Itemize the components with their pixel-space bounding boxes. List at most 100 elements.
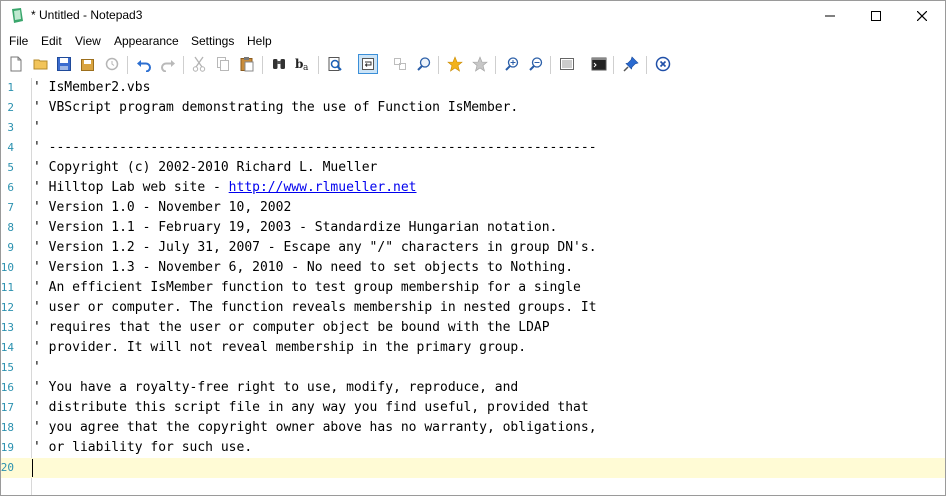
zoom-in-button[interactable] [502, 54, 522, 74]
toolbar-separator [646, 56, 647, 74]
find-button[interactable] [269, 54, 289, 74]
line-number: 12 [0, 301, 14, 314]
line-text: ' An efficient IsMember function to test… [33, 280, 581, 295]
line-text-content: ' Copyright (c) 2002-2010 Richard L. Mue… [33, 160, 378, 175]
menu-help[interactable]: Help [247, 34, 272, 48]
replace-button[interactable]: ba [293, 54, 313, 74]
word-wrap-icon [362, 58, 374, 70]
editor-line[interactable]: 10 ' Version 1.3 - November 6, 2010 - No … [1, 258, 945, 278]
line-number: 2 [7, 101, 14, 114]
editor-line[interactable]: 17 ' distribute this script file in any w… [1, 398, 945, 418]
menu-edit[interactable]: Edit [41, 34, 62, 48]
editor-line[interactable]: 2 ' VBScript program demonstrating the us… [1, 98, 945, 118]
editor-line[interactable]: 15 ' [1, 358, 945, 378]
editor-line[interactable]: 5 ' Copyright (c) 2002-2010 Richard L. Mu… [1, 158, 945, 178]
open-file-button[interactable] [31, 54, 51, 74]
revert-icon [105, 57, 119, 71]
maximize-button[interactable] [853, 1, 899, 31]
save-as-button[interactable] [78, 54, 98, 74]
line-text-content: ' Version 1.2 - July 31, 2007 - Escape a… [33, 240, 597, 255]
editor-line[interactable]: 1 ' IsMember2.vbs [1, 78, 945, 98]
maximize-icon [871, 11, 881, 21]
line-number: 10 [0, 261, 14, 274]
cut-icon [192, 56, 206, 72]
pin-button[interactable] [621, 54, 641, 74]
line-text-content: ' Version 1.3 - November 6, 2010 - No ne… [33, 260, 574, 275]
line-text: ' You have a royalty-free right to use, … [33, 380, 518, 395]
menu-appearance[interactable]: Appearance [114, 34, 179, 48]
line-text-content: ' VBScript program demonstrating the use… [33, 100, 519, 115]
editor-line[interactable]: 18 ' you agree that the copyright owner a… [1, 418, 945, 438]
menu-view[interactable]: View [75, 34, 101, 48]
editor-line[interactable]: 12 ' user or computer. The function revea… [1, 298, 945, 318]
line-text: ' [33, 120, 41, 135]
cut-button[interactable] [189, 54, 209, 74]
terminal-button[interactable] [589, 54, 609, 74]
word-wrap-button[interactable] [358, 54, 378, 74]
editor-line[interactable]: 14 ' provider. It will not reveal members… [1, 338, 945, 358]
save-button[interactable] [54, 54, 74, 74]
minimize-button[interactable] [807, 1, 853, 31]
toolbar: ba [1, 52, 945, 79]
line-number: 9 [7, 241, 14, 254]
menu-settings[interactable]: Settings [191, 34, 234, 48]
editor-line[interactable]: 4 ' -------------------------------------… [1, 138, 945, 158]
exit-icon [655, 56, 671, 72]
zoom-out-icon [529, 57, 543, 71]
copy-button[interactable] [213, 54, 233, 74]
line-text-content: ' [33, 360, 41, 375]
new-file-button[interactable] [6, 54, 26, 74]
redo-button[interactable] [158, 54, 178, 74]
line-number: 11 [0, 281, 14, 294]
scheme-button[interactable] [557, 54, 577, 74]
undo-button[interactable] [134, 54, 154, 74]
editor-area[interactable]: 1 ' IsMember2.vbs 2 ' VBScript program demo… [1, 78, 945, 495]
zoom-out-button[interactable] [526, 54, 546, 74]
editor-line[interactable]: 9 ' Version 1.2 - July 31, 2007 - Escape … [1, 238, 945, 258]
editor-line[interactable]: 7 ' Version 1.0 - November 10, 2002 [1, 198, 945, 218]
toolbar-separator [183, 56, 184, 74]
line-text-content: ' [33, 120, 41, 135]
editor-line[interactable]: 16 ' You have a royalty-free right to use… [1, 378, 945, 398]
line-number: 13 [0, 321, 14, 334]
svg-text:a: a [303, 63, 309, 72]
editor-line[interactable]: 8 ' Version 1.1 - February 19, 2003 - Sta… [1, 218, 945, 238]
revert-button[interactable] [102, 54, 122, 74]
line-number: 18 [0, 421, 14, 434]
editor-line[interactable]: 19 ' or liability for such use. [1, 438, 945, 458]
favorites-button[interactable] [470, 54, 490, 74]
line-number: 19 [0, 441, 14, 454]
title-bar[interactable]: * Untitled - Notepad3 [1, 1, 945, 31]
find-in-files-button[interactable] [414, 54, 434, 74]
toolbar-separator [613, 56, 614, 74]
line-text-content: ' Version 1.1 - February 19, 2003 - Stan… [33, 220, 558, 235]
close-button[interactable] [899, 1, 945, 31]
line-number: 5 [7, 161, 14, 174]
line-number: 14 [0, 341, 14, 354]
exit-button[interactable] [653, 54, 673, 74]
add-favorite-button[interactable] [445, 54, 465, 74]
line-text: ' requires that the user or computer obj… [33, 320, 550, 335]
line-number: 7 [7, 201, 14, 214]
line-number: 6 [7, 181, 14, 194]
line-text: ' --------------------------------------… [33, 140, 597, 155]
hyperlink[interactable]: http://www.rlmueller.net [229, 180, 417, 195]
toolbar-separator [438, 56, 439, 74]
goto-button[interactable] [325, 54, 345, 74]
editor-line[interactable]: 11 ' An efficient IsMember function to te… [1, 278, 945, 298]
toggle-fold-button[interactable] [390, 54, 410, 74]
editor-line[interactable]: 20 [1, 458, 945, 478]
line-text: ' Copyright (c) 2002-2010 Richard L. Mue… [33, 160, 377, 175]
line-text-content: ' or liability for such use. [33, 440, 253, 455]
editor-line[interactable]: 6 ' Hilltop Lab web site - http://www.rlm… [1, 178, 945, 198]
toolbar-separator [550, 56, 551, 74]
editor-line[interactable]: 3 ' [1, 118, 945, 138]
line-number: 4 [7, 141, 14, 154]
toolbar-separator [495, 56, 496, 74]
paste-button[interactable] [237, 54, 257, 74]
line-text: ' provider. It will not reveal membershi… [33, 340, 526, 355]
editor-line[interactable]: 13 ' requires that the user or computer o… [1, 318, 945, 338]
menu-file[interactable]: File [9, 34, 28, 48]
line-text-content: ' requires that the user or computer obj… [33, 320, 550, 335]
line-number: 3 [7, 121, 14, 134]
